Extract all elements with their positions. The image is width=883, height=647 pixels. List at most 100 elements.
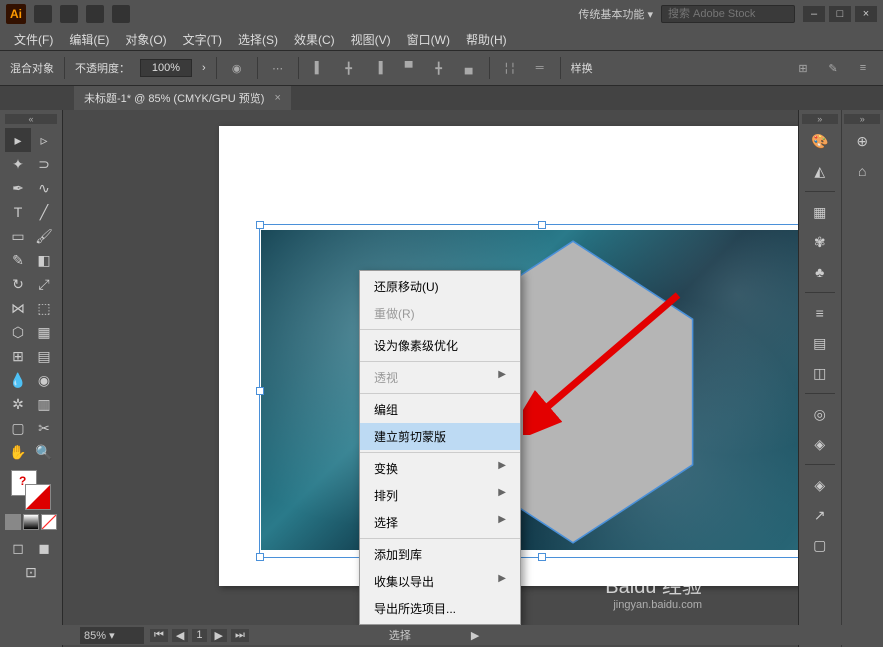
scroll-right-icon[interactable]: ▶	[471, 629, 479, 642]
brushes-panel-icon[interactable]: ✾	[807, 229, 833, 255]
gradient-mode-icon[interactable]	[23, 514, 39, 530]
shape-builder-tool[interactable]: ⬡	[5, 320, 31, 344]
align-top-icon[interactable]: ▀	[399, 58, 419, 78]
gradient-tool[interactable]: ▤	[31, 344, 57, 368]
ctx-add-to-library[interactable]: 添加到库	[360, 541, 520, 568]
page-number[interactable]: 1	[192, 629, 206, 642]
symbols-panel-icon[interactable]: ♣	[807, 259, 833, 285]
ctx-make-clipping-mask[interactable]: 建立剪切蒙版	[360, 423, 520, 450]
zoom-tool[interactable]: 🔍	[31, 440, 57, 464]
asset-export-icon[interactable]: ↗	[807, 502, 833, 528]
maximize-button[interactable]: □	[829, 6, 851, 22]
menu-view[interactable]: 视图(V)	[345, 29, 397, 50]
menu-object[interactable]: 对象(O)	[119, 29, 172, 50]
pen-tool[interactable]: ✒	[5, 176, 31, 200]
isolate-icon[interactable]: ⊞	[793, 58, 813, 78]
align-right-icon[interactable]: ▐	[369, 58, 389, 78]
ctx-transform[interactable]: 变换▶	[360, 455, 520, 482]
nav-next-icon[interactable]: ▶	[211, 629, 227, 642]
nav-first-icon[interactable]: ⏮	[150, 629, 168, 642]
ctx-undo[interactable]: 还原移动(U)	[360, 273, 520, 300]
bridge-icon[interactable]	[34, 5, 52, 23]
search-input[interactable]	[661, 5, 795, 23]
close-button[interactable]: ×	[855, 6, 877, 22]
lasso-tool[interactable]: ⊃	[31, 152, 57, 176]
collapse-left-icon[interactable]: »	[802, 114, 838, 124]
align-panel-icon[interactable]: ⋯	[268, 58, 288, 78]
nav-last-icon[interactable]: ⏭	[231, 629, 249, 642]
draw-behind-icon[interactable]: ◼	[31, 536, 57, 560]
mesh-tool[interactable]: ⊞	[5, 344, 31, 368]
color-mode-icon[interactable]	[5, 514, 21, 530]
graphic-styles-icon[interactable]: ◈	[807, 431, 833, 457]
canvas[interactable]: 还原移动(U) 重做(R) 设为像素级优化 透视▶ 编组 建立剪切蒙版 变换▶ …	[63, 110, 798, 647]
list-icon[interactable]: ≡	[853, 58, 873, 78]
blend-tool[interactable]: ◉	[31, 368, 57, 392]
ctx-collect-export[interactable]: 收集以导出▶	[360, 568, 520, 595]
selection-tool[interactable]: ▸	[5, 128, 31, 152]
none-mode-icon[interactable]	[41, 514, 57, 530]
perspective-tool[interactable]: ▦	[31, 320, 57, 344]
ctx-group[interactable]: 编组	[360, 396, 520, 423]
gradient-panel-icon[interactable]: ▤	[807, 330, 833, 356]
ctx-export-selection[interactable]: 导出所选项目...	[360, 595, 520, 622]
menu-help[interactable]: 帮助(H)	[460, 29, 513, 50]
workspace-switcher[interactable]: 传统基本功能 ▾	[578, 6, 653, 22]
eyedropper-tool[interactable]: 💧	[5, 368, 31, 392]
swatches-panel-icon[interactable]: ▦	[807, 199, 833, 225]
menu-effect[interactable]: 效果(C)	[288, 29, 341, 50]
menu-edit[interactable]: 编辑(E)	[63, 29, 115, 50]
eraser-tool[interactable]: ◧	[31, 248, 57, 272]
gpu-icon[interactable]	[112, 5, 130, 23]
recolor-icon[interactable]: ◉	[227, 58, 247, 78]
collapse-right-icon[interactable]: »	[844, 114, 880, 124]
slice-tool[interactable]: ✂	[31, 416, 57, 440]
arrange-icon[interactable]	[86, 5, 104, 23]
type-tool[interactable]: T	[5, 200, 31, 224]
appearance-panel-icon[interactable]: ◎	[807, 401, 833, 427]
rectangle-tool[interactable]: ▭	[5, 224, 31, 248]
dist-h-icon[interactable]: ╎╎	[500, 58, 520, 78]
curvature-tool[interactable]: ∿	[31, 176, 57, 200]
rotate-tool[interactable]: ↻	[5, 272, 31, 296]
dist-v-icon[interactable]: ═	[530, 58, 550, 78]
color-panel-icon[interactable]: 🎨	[807, 128, 833, 154]
document-tab[interactable]: 未标题-1* @ 85% (CMYK/GPU 预览) ×	[74, 86, 291, 110]
paintbrush-tool[interactable]: 🖌	[31, 224, 57, 248]
draw-normal-icon[interactable]: ◻	[5, 536, 31, 560]
screen-mode-icon[interactable]: ⊡	[18, 560, 44, 584]
align-vcenter-icon[interactable]: ╋	[429, 58, 449, 78]
fill-stroke-swatch[interactable]	[11, 470, 51, 510]
ctx-select[interactable]: 选择▶	[360, 509, 520, 536]
align-left-icon[interactable]: ▌	[309, 58, 329, 78]
properties-panel-icon[interactable]: ⊕	[849, 128, 875, 154]
minimize-button[interactable]: –	[803, 6, 825, 22]
libraries-panel-icon[interactable]: ⌂	[849, 158, 875, 184]
symbol-sprayer-tool[interactable]: ✲	[5, 392, 31, 416]
hand-tool[interactable]: ✋	[5, 440, 31, 464]
direct-selection-tool[interactable]: ▹	[31, 128, 57, 152]
layers-panel-icon[interactable]: ◈	[807, 472, 833, 498]
nav-prev-icon[interactable]: ◀	[172, 629, 188, 642]
ctx-pixel-perfect[interactable]: 设为像素级优化	[360, 332, 520, 359]
width-tool[interactable]: ⋈	[5, 296, 31, 320]
transform-button[interactable]: 样换	[571, 60, 593, 76]
graph-tool[interactable]: ▥	[31, 392, 57, 416]
menu-file[interactable]: 文件(F)	[8, 29, 59, 50]
color-guide-icon[interactable]: ◭	[807, 158, 833, 184]
opacity-input[interactable]	[140, 59, 192, 77]
align-hcenter-icon[interactable]: ╋	[339, 58, 359, 78]
ctx-arrange[interactable]: 排列▶	[360, 482, 520, 509]
align-bottom-icon[interactable]: ▄	[459, 58, 479, 78]
line-tool[interactable]: ╱	[31, 200, 57, 224]
transparency-panel-icon[interactable]: ◫	[807, 360, 833, 386]
scale-tool[interactable]: ⤢	[31, 272, 57, 296]
menu-select[interactable]: 选择(S)	[232, 29, 284, 50]
magic-wand-tool[interactable]: ✦	[5, 152, 31, 176]
tab-close-icon[interactable]: ×	[274, 92, 280, 104]
collapse-icon[interactable]: «	[5, 114, 57, 124]
stock-icon[interactable]	[60, 5, 78, 23]
free-transform-tool[interactable]: ⬚	[31, 296, 57, 320]
artboards-panel-icon[interactable]: ▢	[807, 532, 833, 558]
edit-icon[interactable]: ✎	[823, 58, 843, 78]
